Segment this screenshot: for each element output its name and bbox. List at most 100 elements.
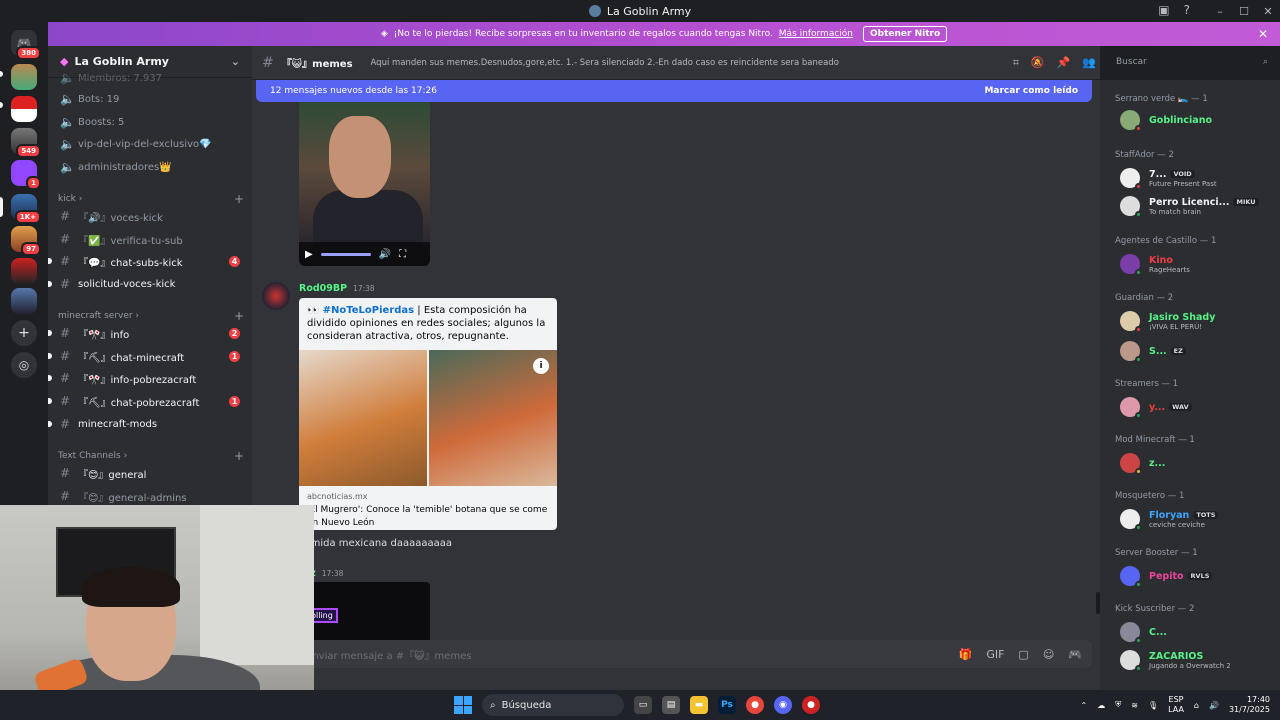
volume-icon[interactable]: 🔊: [1209, 701, 1219, 710]
maximize-button[interactable]: ☐: [1232, 5, 1256, 18]
stat-boosts[interactable]: 🔈 Boosts: 5: [56, 112, 246, 132]
embed-image-1[interactable]: [299, 350, 427, 486]
photoshop-icon[interactable]: Ps: [718, 696, 736, 714]
member-item[interactable]: 7... VOID Future Present Past: [1120, 166, 1278, 190]
embed-image-2[interactable]: i: [429, 350, 557, 486]
member-item[interactable]: Kino RageHearts: [1120, 252, 1278, 276]
gif-icon[interactable]: GIF: [986, 648, 1004, 661]
info-icon[interactable]: i: [533, 358, 549, 374]
network-icon[interactable]: ⌂: [1194, 701, 1199, 710]
app-icon[interactable]: ●: [802, 696, 820, 714]
add-channel-icon[interactable]: +: [234, 309, 244, 323]
member-item[interactable]: C...: [1120, 620, 1278, 644]
chrome-icon[interactable]: ●: [746, 696, 764, 714]
member-item[interactable]: Pepito RVLS: [1120, 564, 1278, 588]
member-item[interactable]: Jasiro Shady ¡VIVA EL PERÚ!: [1120, 309, 1278, 333]
shield-icon[interactable]: ⛨: [1115, 700, 1121, 710]
server-icon-6[interactable]: [11, 258, 37, 284]
volume-icon[interactable]: 🔊: [379, 249, 391, 260]
add-channel-icon[interactable]: +: [234, 192, 244, 206]
category-kick[interactable]: kick › +: [58, 192, 244, 206]
add-channel-icon[interactable]: +: [234, 449, 244, 463]
apps-icon[interactable]: 🎮: [1068, 648, 1082, 661]
start-button[interactable]: [454, 696, 472, 714]
banner-link[interactable]: Más información: [779, 29, 853, 39]
member-item[interactable]: ZACARIOS Jugando a Overwatch 2: [1120, 648, 1278, 672]
link-embed[interactable]: 👀 #NoTeLoPierdas | Esta composición ha d…: [299, 298, 557, 530]
language-indicator[interactable]: ESP LAA: [1168, 695, 1184, 715]
minimize-button[interactable]: –: [1208, 5, 1232, 18]
category-minecraft[interactable]: minecraft server › +: [58, 309, 244, 323]
play-icon[interactable]: ▶: [305, 249, 313, 260]
new-messages-bar[interactable]: 12 mensajes nuevos desde las 17:26 Marca…: [256, 80, 1092, 102]
channel-verifica-tu-sub[interactable]: # 『✅』verifica-tu-sub: [56, 229, 246, 249]
file-explorer-icon[interactable]: ▬: [690, 696, 708, 714]
add-server-icon[interactable]: +: [11, 320, 37, 346]
server-icon-5[interactable]: 97: [11, 226, 41, 256]
channel-general[interactable]: # 『😊』general: [56, 463, 246, 483]
server-icon-1[interactable]: [11, 64, 37, 90]
sticker-icon[interactable]: ▢: [1018, 648, 1028, 661]
get-nitro-button[interactable]: Obtener Nitro: [863, 26, 948, 42]
message-input[interactable]: Enviar mensaje a #『😺』memes 🎁 GIF ▢ ☺ 🎮: [256, 640, 1092, 668]
direct-messages-button[interactable]: 🎮 380: [11, 30, 41, 60]
discord-icon[interactable]: ◉: [774, 696, 792, 714]
channel-chat-subs-kick[interactable]: # 『💬』chat-subs-kick 4: [48, 251, 246, 271]
mark-as-read-button[interactable]: Marcar como leído: [984, 86, 1078, 96]
hashtag-link[interactable]: #NoTeLoPierdas: [323, 305, 414, 316]
gift-icon[interactable]: 🎁: [959, 648, 973, 661]
server-icon-3[interactable]: 549: [11, 128, 41, 158]
task-view-icon[interactable]: ▭: [634, 696, 652, 714]
discover-icon[interactable]: ◎: [11, 352, 37, 378]
taskbar-search[interactable]: ⌕ Búsqueda: [482, 694, 624, 716]
server-icon-7[interactable]: [11, 288, 37, 314]
avatar[interactable]: [262, 282, 290, 310]
close-button[interactable]: ✕: [1256, 5, 1280, 18]
channel-info[interactable]: # 『🎌』info 2: [48, 323, 246, 343]
inbox-icon[interactable]: ▣: [1158, 3, 1169, 17]
help-icon[interactable]: ?: [1184, 3, 1190, 17]
channel-chat-pobrezacraft[interactable]: # 『⛏』chat-pobrezacraft 1: [48, 391, 246, 411]
voice-vip[interactable]: 🔈 vip-del-vip-del-exclusivo💎: [56, 134, 246, 154]
channel-chat-minecraft[interactable]: # 『⛏』chat-minecraft 1: [48, 346, 246, 366]
channel-general-admins[interactable]: # 『😊』general-admins: [56, 486, 246, 506]
embed-images[interactable]: i: [299, 350, 557, 486]
server-icon-2[interactable]: [11, 96, 37, 122]
pin-icon[interactable]: 📌: [1057, 56, 1071, 70]
members-icon[interactable]: 👥: [1082, 56, 1096, 70]
message-author[interactable]: Rod09BP 17:38: [299, 283, 375, 294]
stat-bots[interactable]: 🔈 Bots: 19: [56, 89, 246, 109]
fullscreen-icon[interactable]: ⛶: [399, 249, 406, 260]
member-item[interactable]: Goblinciano: [1120, 108, 1278, 132]
image-attachment[interactable]: rolling: [299, 582, 430, 642]
clock[interactable]: 17:40 31/7/2025: [1229, 695, 1270, 715]
chevron-up-icon[interactable]: ⌃: [1081, 701, 1088, 710]
emoji-icon[interactable]: ☺: [1043, 648, 1054, 661]
category-text-channels[interactable]: Text Channels › +: [58, 449, 244, 463]
close-icon[interactable]: ✕: [1258, 27, 1268, 41]
search-input[interactable]: Buscar ⌕: [1110, 52, 1274, 72]
embed-headline[interactable]: 'El Mugrero': Conoce la 'temible' botana…: [307, 504, 553, 530]
microphone-icon[interactable]: 🎙: [1148, 701, 1158, 710]
member-item[interactable]: y... WAV: [1120, 395, 1278, 419]
server-icon-goblin-army[interactable]: 1K+: [11, 194, 41, 224]
channel-voces-kick[interactable]: # 『🔊』voces-kick: [56, 206, 246, 226]
video-embed[interactable]: ▶ 🔊 ⛶: [299, 102, 430, 266]
threads-icon[interactable]: ⌗: [1013, 56, 1019, 70]
cloud-icon[interactable]: ☁: [1097, 701, 1105, 710]
member-item[interactable]: z...: [1120, 451, 1278, 475]
channel-topic[interactable]: Aqui manden sus memes.Desnudos,gore,etc.…: [371, 58, 839, 68]
channel-minecraft-mods[interactable]: # minecraft-mods: [48, 414, 246, 434]
member-item[interactable]: Perro Licenci... MIKU To match brain: [1120, 194, 1278, 218]
notifications-icon[interactable]: 🔕: [1031, 56, 1045, 70]
wifi-icon[interactable]: ≋: [1131, 701, 1138, 710]
app-icon[interactable]: ▤: [662, 696, 680, 714]
channel-info-pobrezacraft[interactable]: # 『🎌』info-pobrezacraft: [48, 368, 246, 388]
voice-admins[interactable]: 🔈 administradores👑: [56, 157, 246, 177]
channel-solicitud-voces-kick[interactable]: # solicitud-voces-kick: [48, 274, 246, 294]
member-item[interactable]: S... EZ: [1120, 339, 1278, 363]
volume-slider[interactable]: [320, 252, 371, 256]
member-item[interactable]: Floryan TOTS ceviche ceviche: [1120, 507, 1278, 531]
channel-header: # 『😺』memes Aqui manden sus memes.Desnudo…: [252, 46, 1100, 80]
twitch-server-icon[interactable]: 1: [11, 160, 41, 190]
